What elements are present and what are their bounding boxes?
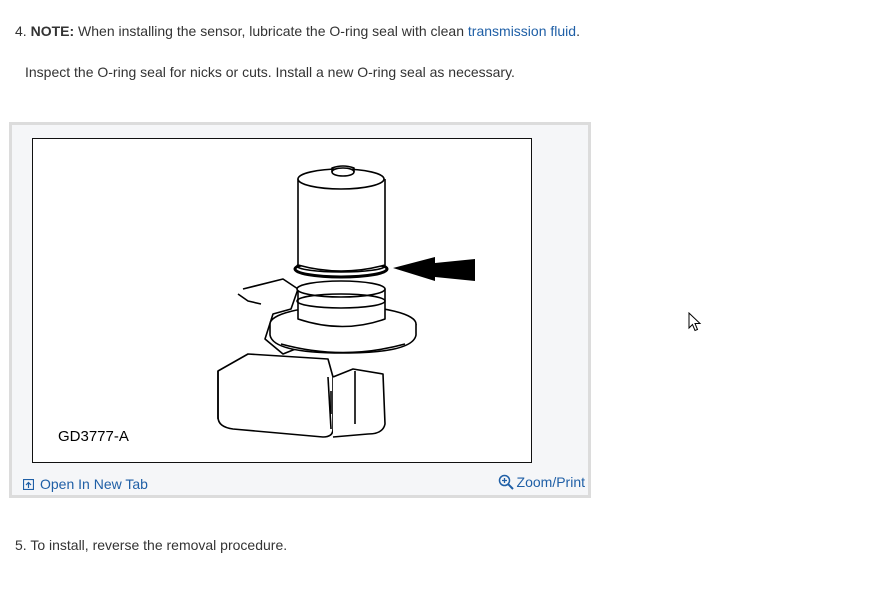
step-4: 4. NOTE: When installing the sensor, lub… [15,23,580,39]
step-trailing: . [576,23,580,39]
step-number: 4. [15,23,27,39]
zoom-in-icon [498,474,514,490]
open-in-new-tab-button[interactable]: Open In New Tab [23,476,148,492]
open-new-tab-icon [23,478,34,490]
arrow-indicator [393,257,475,281]
step-number: 5. [15,537,27,553]
zoom-print-button[interactable]: Zoom/Print [498,474,585,490]
note-label: NOTE: [30,23,75,39]
figure-label: GD3777-A [58,428,129,445]
zoom-print-label: Zoom/Print [516,474,585,490]
sensor-illustration [217,165,475,438]
mouse-cursor-icon [688,312,702,332]
figure-image[interactable]: GD3777-A [32,138,532,463]
step-text: When installing the sensor, lubricate th… [78,23,465,39]
figure-container: GD3777-A Open In New Tab Zoom/Print [9,122,591,498]
step-text: To install, reverse the removal procedur… [30,537,288,553]
open-in-new-tab-label: Open In New Tab [40,476,148,492]
step-5: 5. To install, reverse the removal proce… [15,537,287,553]
step-4-subtext: Inspect the O-ring seal for nicks or cut… [25,64,515,80]
figure-toolbar: Open In New Tab Zoom/Print [12,468,588,492]
transmission-fluid-link[interactable]: transmission fluid [468,23,576,39]
